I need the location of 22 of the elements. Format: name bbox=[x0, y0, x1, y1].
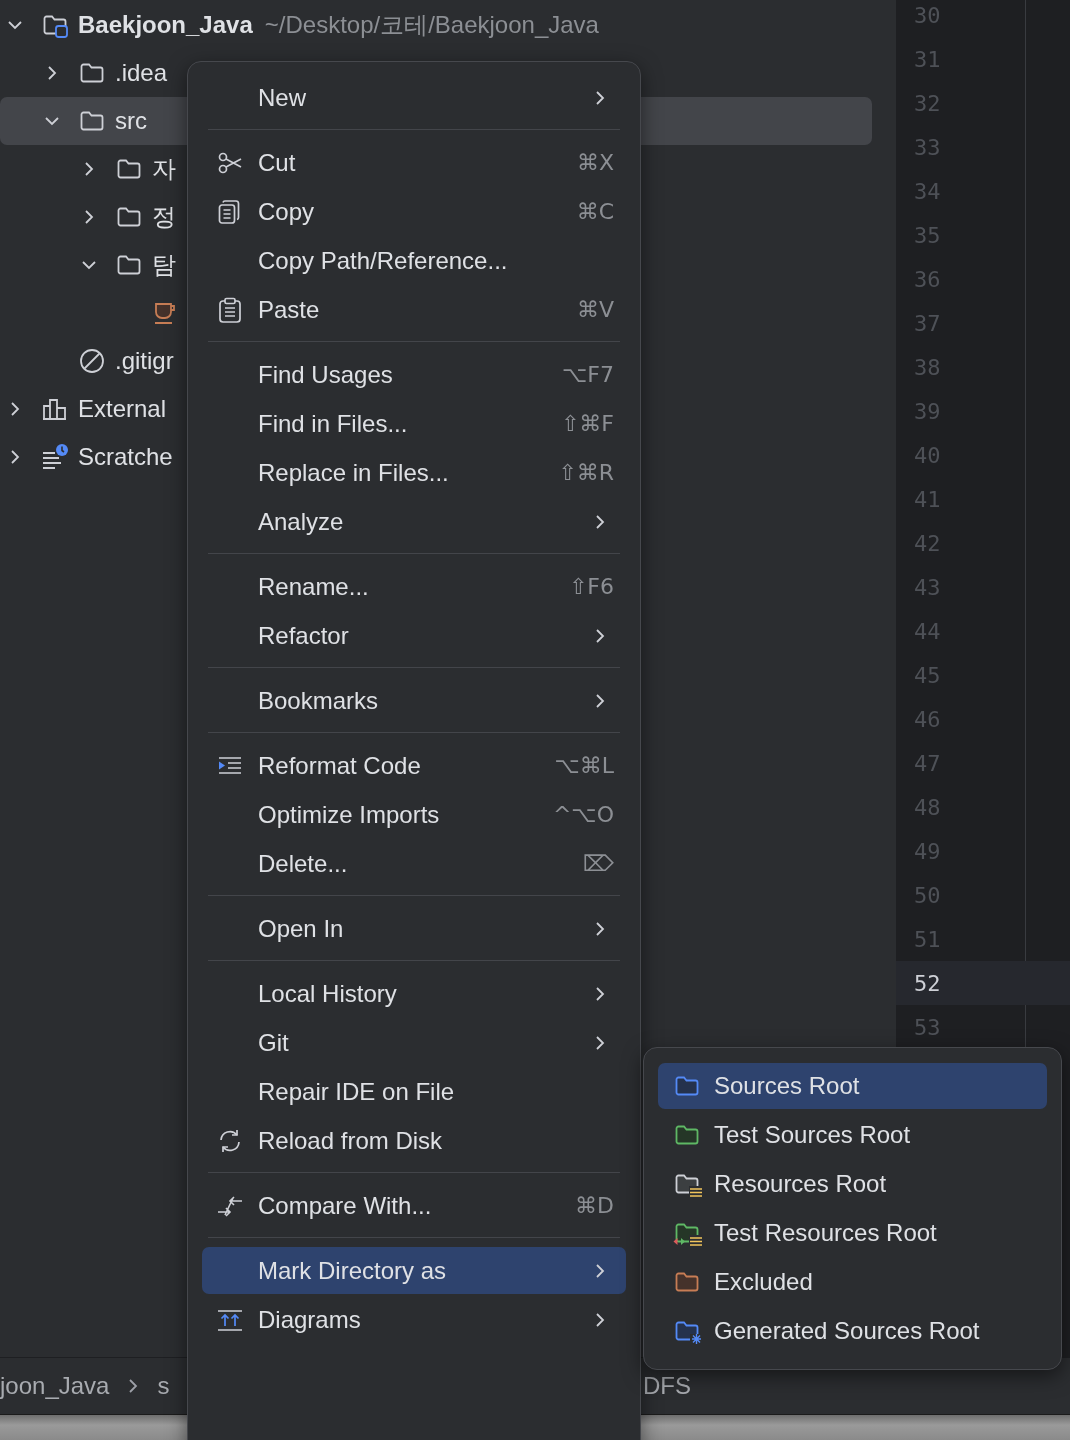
keyboard-shortcut: ⌥⌘L bbox=[554, 753, 614, 778]
project-path: ~/Desktop/코테/Baekjoon_Java bbox=[264, 10, 599, 40]
tree-item-label: .idea bbox=[115, 59, 168, 87]
tree-item-label: Baekjoon_Java bbox=[78, 11, 253, 39]
tree-item-label: Scratche bbox=[78, 443, 173, 471]
keyboard-shortcut: ⇧F6 bbox=[568, 574, 614, 599]
tree-item-label: 정 bbox=[152, 202, 176, 232]
keyboard-shortcut: ⌦ bbox=[582, 851, 614, 876]
line-number: 52 bbox=[914, 970, 941, 996]
tree-item-label: 자 bbox=[152, 154, 176, 184]
keyboard-shortcut: ⌘C bbox=[576, 199, 614, 224]
tree-item-label: External bbox=[78, 395, 167, 423]
tree-item-label: src bbox=[115, 107, 147, 135]
keyboard-shortcut: ⌘X bbox=[576, 150, 614, 175]
tree-item-label: 탐 bbox=[152, 250, 176, 280]
tree-item-label: .gitigr bbox=[115, 347, 174, 375]
keyboard-shortcut: ⇧⌘R bbox=[558, 460, 614, 485]
keyboard-shortcut: ⌘V bbox=[576, 297, 614, 322]
keyboard-shortcut: ⌘D bbox=[575, 1193, 614, 1218]
keyboard-shortcut: ⌥F7 bbox=[562, 362, 614, 387]
keyboard-shortcut: ^⌥O bbox=[552, 802, 614, 827]
keyboard-shortcut: ⇧⌘F bbox=[560, 411, 614, 436]
